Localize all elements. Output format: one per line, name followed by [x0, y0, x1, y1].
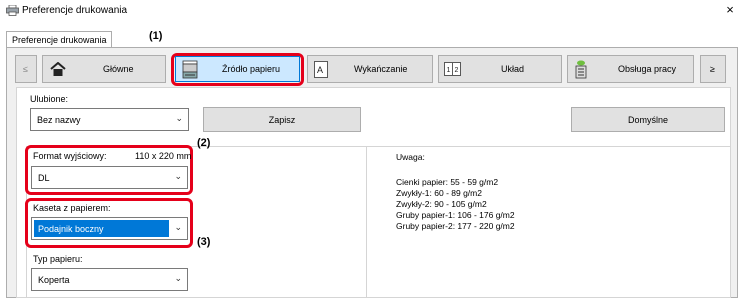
notes-line: Zwykły-1: 60 - 89 g/m2 [396, 188, 482, 198]
close-button[interactable]: × [722, 2, 738, 18]
callout-3: (3) [197, 236, 211, 248]
nav-prev-glyph: ≤ [23, 64, 28, 74]
paper-tray-label: Kaseta z papierem: [33, 203, 111, 213]
layout-icon: 1 2 [444, 62, 461, 76]
notes-line: Gruby papier-1: 106 - 176 g/m2 [396, 210, 515, 220]
divider [366, 146, 367, 298]
nav-item-layout[interactable]: 1 2 Układ [438, 55, 562, 83]
callout-2: (2) [197, 137, 211, 149]
paper-type-value: Koperta [38, 275, 70, 285]
svg-text:A: A [317, 65, 323, 75]
nav-item-paper-source-label: Źródło papieru [222, 64, 281, 74]
tab-printing-preferences[interactable]: Preferencje drukowania [6, 31, 112, 48]
nav-prev-button[interactable]: ≤ [15, 55, 37, 83]
favorites-label: Ulubione: [30, 94, 69, 104]
chevron-down-icon: ⌄ [174, 222, 182, 232]
nav-item-main-label: Główne [103, 64, 134, 74]
save-button[interactable]: Zapisz [203, 107, 361, 132]
paper-type-label: Typ papieru: [33, 254, 83, 264]
nav-next-button[interactable]: ≥ [700, 55, 726, 83]
defaults-button[interactable]: Domyślne [571, 107, 725, 132]
printer-icon [6, 5, 19, 16]
window-title: Preferencje drukowania [22, 5, 128, 16]
notes-line: Zwykły-2: 90 - 105 g/m2 [396, 199, 487, 209]
output-size-select[interactable]: DL ⌄ [31, 166, 188, 189]
favorites-select[interactable]: Bez nazwy ⌄ [30, 108, 189, 131]
title-bar: Preferencje drukowania × [0, 0, 742, 22]
paper-type-select[interactable]: Koperta ⌄ [31, 268, 188, 291]
paper-tray-select[interactable]: Podajnik boczny ⌄ [31, 217, 188, 240]
notes-title: Uwaga: [396, 152, 425, 162]
callout-1: (1) [149, 30, 163, 42]
output-size-value: DL [38, 173, 50, 183]
nav-item-paper-source[interactable]: Źródło papieru [175, 56, 300, 82]
notes-line: Cienki papier: 55 - 59 g/m2 [396, 177, 499, 187]
svg-text:2: 2 [455, 67, 459, 74]
favorites-value: Bez nazwy [37, 115, 81, 125]
finishing-icon: A [314, 61, 328, 78]
nav-item-job-handling-label: Obsługa pracy [618, 64, 677, 74]
nav-item-layout-label: Układ [501, 64, 525, 74]
notes-line: Gruby papier-2: 177 - 220 g/m2 [396, 221, 515, 231]
paper-tray-icon [182, 60, 198, 79]
nav-item-finishing-label: Wykańczanie [354, 64, 408, 74]
home-icon [50, 62, 66, 76]
chevron-down-icon: ⌄ [174, 171, 182, 181]
nav-next-glyph: ≥ [710, 64, 715, 74]
nav-item-job-handling[interactable]: Obsługa pracy [567, 55, 694, 83]
job-handling-icon [575, 60, 587, 79]
output-size-readout: 110 x 220 mm [135, 151, 192, 161]
svg-text:1: 1 [447, 67, 451, 74]
chevron-down-icon: ⌄ [174, 273, 182, 283]
paper-tray-value: Podajnik boczny [38, 224, 104, 234]
nav-item-main[interactable]: Główne [42, 55, 166, 83]
output-size-label: Format wyjściowy: [33, 151, 107, 161]
chevron-down-icon: ⌄ [175, 113, 183, 123]
nav-item-finishing[interactable]: A Wykańczanie [307, 55, 433, 83]
